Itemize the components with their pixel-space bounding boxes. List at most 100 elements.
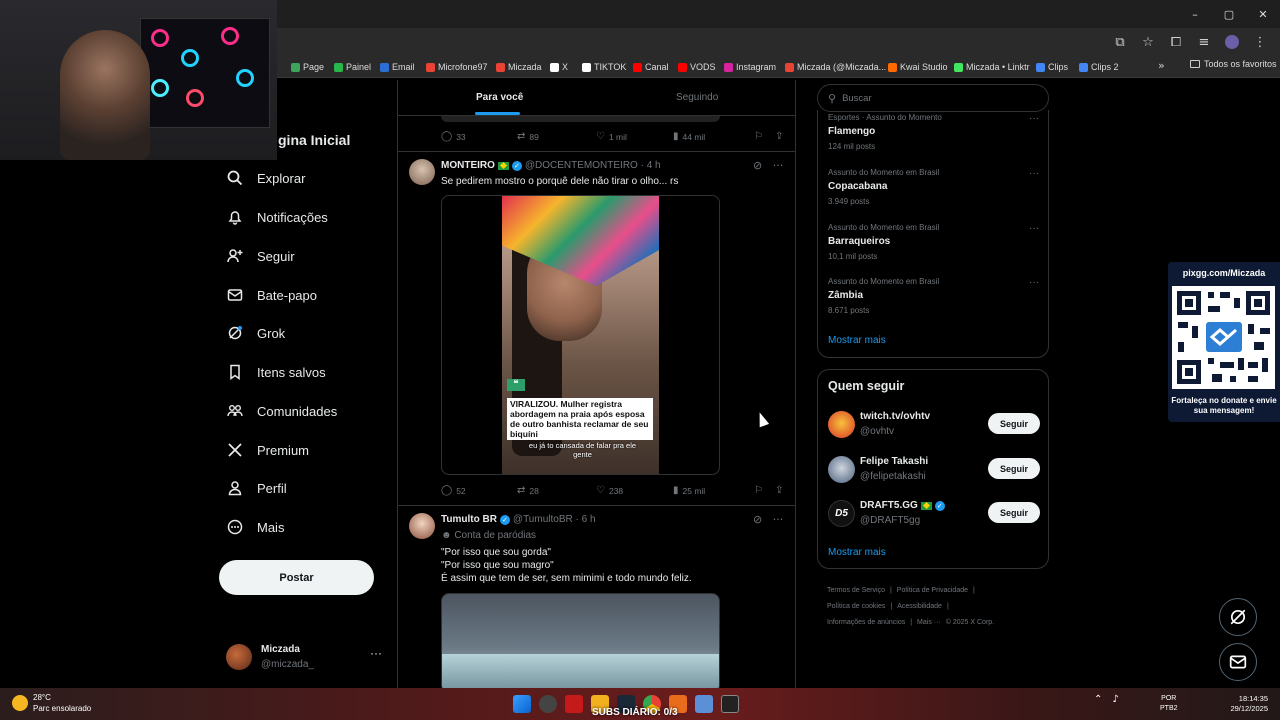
install-app-icon[interactable]: ⧉ bbox=[1106, 28, 1134, 56]
follow-suggestion[interactable]: Felipe Takashi @felipetakashi Seguir bbox=[828, 454, 1043, 486]
bookmark-miczada-yt[interactable]: Miczada (@Miczada... bbox=[785, 59, 886, 75]
tweet-author[interactable]: Tumulto BR ✓ @TumultoBR · 6 h bbox=[441, 514, 596, 525]
voice-app-icon[interactable] bbox=[565, 695, 583, 713]
like-button[interactable]: ♡ 238 bbox=[596, 485, 623, 496]
grok-icon[interactable]: ⊘ bbox=[753, 513, 762, 526]
tweet-author[interactable]: MONTEIRO ✓ @DOCENTEMONTEIRO · 4 h bbox=[441, 160, 661, 171]
close-button[interactable]: ✕ bbox=[1246, 0, 1280, 28]
account-switcher[interactable]: Miczada @miczada_ ··· bbox=[226, 642, 386, 676]
search-input[interactable]: ⚲ Buscar bbox=[817, 84, 1049, 112]
bookmarks-overflow-button[interactable]: » bbox=[1158, 59, 1165, 72]
search-icon: ⚲ bbox=[828, 91, 837, 105]
who-to-follow-show-more-link[interactable]: Mostrar mais bbox=[828, 547, 886, 558]
like-button[interactable]: ♡ 1 mil bbox=[596, 131, 627, 142]
trend-item[interactable]: Esportes · Assunto do Momento Flamengo 1… bbox=[828, 113, 1043, 151]
bookmark-x[interactable]: X bbox=[550, 59, 568, 75]
star-icon[interactable]: ☆ bbox=[1134, 28, 1162, 56]
follow-button[interactable]: Seguir bbox=[988, 502, 1040, 523]
all-favorites-folder[interactable]: Todos os favoritos bbox=[1190, 59, 1277, 69]
grok-floating-button[interactable] bbox=[1219, 598, 1257, 636]
follow-suggestion[interactable]: twitch.tv/ovhtv @ovhtv Seguir bbox=[828, 409, 1043, 441]
microphone-icon[interactable]: ♪ bbox=[1112, 694, 1118, 705]
bookmark-button[interactable]: ⚐ bbox=[754, 485, 763, 496]
reply-button[interactable]: ◯ 52 bbox=[441, 485, 466, 496]
repost-button[interactable]: ⇄ 28 bbox=[517, 485, 539, 496]
more-horizontal-icon[interactable]: ··· bbox=[773, 513, 784, 526]
input-language[interactable]: POR PTB2 bbox=[1160, 694, 1178, 714]
bookmark-instagram[interactable]: Instagram bbox=[724, 59, 776, 75]
grok-icon[interactable]: ⊘ bbox=[753, 159, 762, 172]
follow-button[interactable]: Seguir bbox=[988, 413, 1040, 434]
share-button[interactable]: ⇪ bbox=[775, 131, 783, 142]
bookmark-miczada[interactable]: Miczada bbox=[496, 59, 542, 75]
settings-icon[interactable] bbox=[539, 695, 557, 713]
bookmark-tiktok[interactable]: TIKTOK bbox=[582, 59, 626, 75]
bookmark-linktree[interactable]: Miczada • Linktr bbox=[954, 59, 1030, 75]
windows-start-icon[interactable] bbox=[513, 695, 531, 713]
reply-button[interactable]: ◯ 33 bbox=[441, 131, 466, 142]
avatar[interactable] bbox=[409, 159, 435, 185]
weather-widget[interactable]: 28°C Parc ensolarado bbox=[12, 692, 91, 714]
extensions-icon[interactable]: ⧠ bbox=[1162, 28, 1190, 56]
avatar[interactable] bbox=[409, 513, 435, 539]
nav-explore[interactable]: Explorar bbox=[226, 166, 305, 190]
bookmark-clips[interactable]: Clips bbox=[1036, 59, 1068, 75]
nav-bookmarks[interactable]: Itens salvos bbox=[226, 360, 326, 384]
reading-list-icon[interactable]: ≡ bbox=[1190, 28, 1218, 56]
footer-link[interactable]: Política de cookies bbox=[827, 603, 885, 610]
more-horizontal-icon[interactable]: ··· bbox=[1029, 277, 1039, 288]
follow-suggestion[interactable]: D5 DRAFT5.GG ✓ @DRAFT5gg Seguir bbox=[828, 498, 1043, 530]
bookmark-vods[interactable]: VODS bbox=[678, 59, 716, 75]
tweet-video[interactable] bbox=[441, 593, 720, 688]
bookmark-page[interactable]: Page bbox=[291, 59, 324, 75]
bookmark-canal[interactable]: Canal bbox=[633, 59, 669, 75]
trends-show-more-link[interactable]: Mostrar mais bbox=[828, 335, 886, 346]
bookmark-email[interactable]: Email bbox=[380, 59, 415, 75]
tab-for-you[interactable]: Para você bbox=[476, 92, 523, 103]
post-button[interactable]: Postar bbox=[219, 560, 374, 595]
more-horizontal-icon[interactable]: ··· bbox=[370, 646, 382, 660]
bookmark-button[interactable]: ⚐ bbox=[754, 131, 763, 142]
nav-chat[interactable]: Bate-papo bbox=[226, 283, 317, 307]
chevron-up-icon[interactable]: ⌃ bbox=[1094, 694, 1102, 705]
repost-button[interactable]: ⇄ 89 bbox=[517, 131, 539, 142]
browser-menu-icon[interactable]: ⋮ bbox=[1246, 28, 1274, 56]
trend-item[interactable]: Assunto do Momento em Brasil Barraqueiro… bbox=[828, 223, 1043, 261]
trend-item[interactable]: Assunto do Momento em Brasil Copacabana … bbox=[828, 168, 1043, 206]
more-horizontal-icon[interactable]: ··· bbox=[773, 159, 784, 172]
share-button[interactable]: ⇪ bbox=[775, 485, 783, 496]
follow-button[interactable]: Seguir bbox=[988, 458, 1040, 479]
tweet-video[interactable]: ❝ VIRALIZOU. Mulher registra abordagem n… bbox=[441, 195, 720, 475]
app-icon[interactable] bbox=[695, 695, 713, 713]
minimize-button[interactable]: – bbox=[1178, 0, 1212, 28]
nav-profile[interactable]: Perfil bbox=[226, 476, 287, 500]
bookmark-kwai-studio[interactable]: Kwai Studio bbox=[888, 59, 948, 75]
nav-notifications[interactable]: Notificações bbox=[226, 205, 328, 229]
bookmark-microfone97[interactable]: Microfone97 bbox=[426, 59, 488, 75]
obs-icon[interactable] bbox=[721, 695, 739, 713]
more-horizontal-icon[interactable]: ··· bbox=[1029, 168, 1039, 179]
footer-link[interactable]: Acessibilidade bbox=[897, 603, 942, 610]
footer-link[interactable]: Termos de Serviço bbox=[827, 587, 885, 594]
nav-home[interactable]: gina Inicial bbox=[278, 132, 350, 148]
nav-communities[interactable]: Comunidades bbox=[226, 399, 337, 423]
messages-floating-button[interactable] bbox=[1219, 643, 1257, 681]
footer-link[interactable]: Mais ··· bbox=[917, 619, 941, 626]
clock[interactable]: 18:14:35 29/12/2025 bbox=[1208, 694, 1268, 714]
tab-following[interactable]: Seguindo bbox=[676, 92, 718, 103]
bookmark-clips-2[interactable]: Clips 2 bbox=[1079, 59, 1119, 75]
more-horizontal-icon[interactable]: ··· bbox=[1029, 113, 1039, 124]
nav-more[interactable]: Mais bbox=[226, 515, 284, 539]
trend-item[interactable]: Assunto do Momento em Brasil Zâmbia 8.67… bbox=[828, 277, 1043, 315]
footer-link[interactable]: Informações de anúncios bbox=[827, 619, 905, 626]
bookmark-painel[interactable]: Painel bbox=[334, 59, 371, 75]
more-horizontal-icon[interactable]: ··· bbox=[1029, 223, 1039, 234]
browser-profile-avatar[interactable] bbox=[1225, 35, 1239, 49]
views-button[interactable]: ▮ 25 mil bbox=[673, 485, 705, 496]
nav-grok[interactable]: Grok bbox=[226, 321, 285, 345]
footer-link[interactable]: Política de Privacidade bbox=[897, 587, 968, 594]
nav-premium[interactable]: Premium bbox=[226, 438, 309, 462]
views-button[interactable]: ▮ 44 mil bbox=[673, 131, 705, 142]
nav-follow[interactable]: Seguir bbox=[226, 244, 295, 268]
maximize-button[interactable]: ▢ bbox=[1212, 0, 1246, 28]
